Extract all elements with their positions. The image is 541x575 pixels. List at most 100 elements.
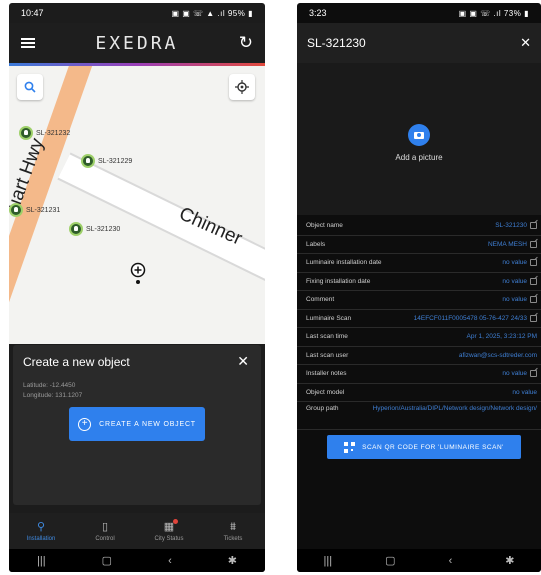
system-navigation: ||| ▢ ‹ ✱: [297, 549, 541, 572]
property-row: Group path Hyperion/Australia/DIPL/Netwo…: [297, 402, 541, 430]
scan-qr-button[interactable]: SCAN QR CODE FOR 'LUMINAIRE SCAN': [327, 435, 521, 459]
plus-circle-icon: +: [78, 417, 92, 431]
property-value: NEMA MESH: [487, 240, 527, 248]
back-icon[interactable]: ‹: [168, 555, 172, 567]
edit-icon[interactable]: [530, 296, 537, 304]
property-name: Luminaire installation date: [306, 259, 382, 267]
marker-label: SL-321229: [98, 157, 133, 165]
marker-pin-icon: [19, 126, 33, 140]
recents-icon[interactable]: |||: [324, 555, 333, 567]
marker-label: SL-321232: [36, 129, 71, 137]
system-navigation: ||| ▢ ‹ ✱: [9, 549, 265, 572]
property-row: Object model no value: [297, 384, 541, 402]
property-name: Labels: [306, 240, 326, 248]
edit-icon[interactable]: [530, 370, 537, 378]
property-name: Comment: [306, 296, 335, 304]
property-name: Fixing installation date: [306, 277, 371, 285]
latitude-text: Latitude: -12.4450: [23, 382, 76, 389]
marker-pin-icon: [69, 222, 83, 236]
locate-icon[interactable]: [229, 74, 255, 100]
nav-label: Installation: [26, 535, 56, 542]
qr-code-icon: [344, 441, 356, 453]
property-row: Installer notes no value: [297, 365, 541, 384]
edit-icon[interactable]: [530, 259, 537, 267]
home-icon[interactable]: ▢: [385, 554, 395, 567]
close-icon[interactable]: ✕: [520, 35, 531, 51]
marker-label: SL-321231: [26, 206, 61, 214]
recents-icon[interactable]: |||: [37, 555, 46, 567]
property-value: no value: [502, 296, 527, 304]
property-name: Last scan user: [306, 351, 349, 359]
map-marker[interactable]: SL-321229: [81, 154, 132, 168]
property-value: no value: [502, 370, 527, 378]
nav-label: Control: [95, 535, 115, 542]
edit-icon[interactable]: [530, 240, 537, 248]
map-marker[interactable]: SL-321231: [9, 203, 60, 217]
crosshair-icon[interactable]: [130, 262, 146, 286]
longitude-text: Longitude: 131.1207: [23, 392, 83, 399]
property-value: no value: [512, 388, 537, 396]
back-icon[interactable]: ‹: [449, 555, 453, 567]
nav-tickets[interactable]: ⩩ Tickets: [201, 513, 265, 549]
create-object-button[interactable]: + CREATE A NEW OBJECT: [69, 407, 205, 441]
property-value: Hyperion/Australia/DIPL/Network design/N…: [372, 405, 537, 412]
property-value: 14EFCF011F0005478 05-76-427 24/33: [413, 314, 527, 322]
map-view[interactable]: uart Hwy Chinner SL-321232 SL-321229 SL-…: [9, 66, 265, 344]
bottom-navigation: ⚲ Installation ▯ Control ▦ City Status ⩩…: [9, 513, 265, 549]
status-time: 3:23: [309, 8, 327, 18]
property-row: Labels NEMA MESH: [297, 236, 541, 254]
property-value: no value: [502, 259, 527, 267]
app-logo: EXEDRA: [95, 32, 179, 54]
camera-icon[interactable]: [408, 124, 430, 146]
nav-label: Tickets: [223, 535, 243, 542]
city-status-icon: ▦: [164, 518, 179, 533]
property-name: Object name: [306, 222, 343, 230]
property-row: Last scan time Apr 1, 2025, 3:23:12 PM: [297, 328, 541, 347]
create-object-label: CREATE A NEW OBJECT: [99, 420, 196, 428]
object-header: SL-321230 ✕: [297, 23, 541, 63]
property-row: Luminaire installation date no value: [297, 254, 541, 273]
chinner-road: [58, 154, 265, 279]
nav-label: City Status: [154, 535, 184, 542]
status-time: 10:47: [21, 8, 44, 18]
hamburger-icon[interactable]: [21, 38, 35, 48]
home-icon[interactable]: ▢: [102, 554, 112, 567]
right-phone-screen: 3:23 ▣ ▣ ☏ .ıl 73% ▮ SL-321230 ✕ Add a p…: [297, 3, 541, 572]
marker-label: SL-321230: [86, 225, 121, 233]
status-bar: 10:47 ▣ ▣ ☏ ▲ .ıl 95% ▮: [9, 3, 265, 23]
property-name: Luminaire Scan: [306, 314, 352, 322]
app-bar: EXEDRA ↻: [9, 23, 265, 63]
edit-icon[interactable]: [530, 222, 537, 230]
photo-area: Add a picture: [297, 63, 541, 215]
property-row: Object name SL-321230: [297, 217, 541, 236]
property-name: Installer notes: [306, 370, 347, 378]
installation-icon: ⚲: [36, 520, 46, 533]
property-name: Object model: [306, 388, 345, 396]
marker-pin-icon: [81, 154, 95, 168]
accessibility-icon[interactable]: ✱: [228, 554, 237, 567]
property-value: afizwan@scs-sdtreder.com: [458, 351, 537, 359]
edit-icon[interactable]: [530, 314, 537, 322]
nav-city-status[interactable]: ▦ City Status: [137, 513, 201, 549]
add-picture-label: Add a picture: [395, 153, 443, 162]
nav-installation[interactable]: ⚲ Installation: [9, 513, 73, 549]
close-icon[interactable]: ✕: [237, 353, 249, 370]
map-marker[interactable]: SL-321232: [19, 126, 70, 140]
edit-icon[interactable]: [530, 277, 537, 285]
nav-control[interactable]: ▯ Control: [73, 513, 137, 549]
map-marker[interactable]: SL-321230: [69, 222, 120, 236]
search-icon[interactable]: [17, 74, 43, 100]
marker-pin-icon: [9, 203, 23, 217]
scan-qr-label: SCAN QR CODE FOR 'LUMINAIRE SCAN': [362, 443, 504, 451]
status-bar: 3:23 ▣ ▣ ☏ .ıl 73% ▮: [297, 3, 541, 23]
refresh-icon[interactable]: ↻: [239, 33, 253, 53]
accessibility-icon[interactable]: ✱: [505, 554, 514, 567]
property-value: no value: [502, 277, 527, 285]
property-value: SL-321230: [495, 222, 527, 230]
control-icon: ▯: [101, 520, 109, 533]
property-row: Fixing installation date no value: [297, 273, 541, 291]
left-phone-screen: 10:47 ▣ ▣ ☏ ▲ .ıl 95% ▮ EXEDRA ↻ uart Hw…: [9, 3, 265, 572]
status-icons: ▣ ▣ ☏ .ıl 73% ▮: [458, 8, 529, 18]
property-row: Luminaire Scan 14EFCF011F0005478 05-76-4…: [297, 310, 541, 328]
create-object-dialog: Create a new object ✕ Latitude: -12.4450…: [13, 345, 261, 505]
